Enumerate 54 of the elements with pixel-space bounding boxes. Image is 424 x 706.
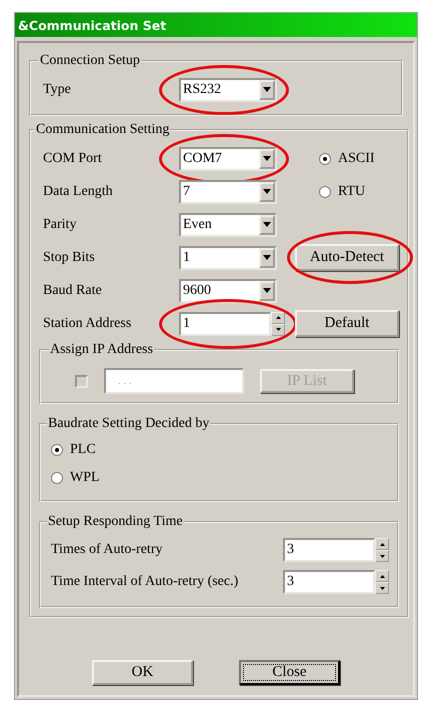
radio-label: ASCII xyxy=(338,150,375,166)
window-title: &Communication Set xyxy=(18,18,166,32)
dialog-button[interactable]: Default xyxy=(295,310,399,337)
dropdown-arrow-icon xyxy=(263,255,271,260)
up-arrow-icon xyxy=(276,316,280,319)
field-label: Time Interval of Auto-retry (sec.) xyxy=(51,574,240,590)
down-arrow-icon xyxy=(276,328,280,331)
down-arrow-icon xyxy=(380,586,384,590)
spin-down-button[interactable] xyxy=(375,582,389,594)
number-field[interactable]: 1 xyxy=(179,312,271,336)
field-label: COM Port xyxy=(43,150,103,166)
spin-down-button[interactable] xyxy=(271,324,285,336)
up-arrow-icon xyxy=(380,574,384,578)
dropdown[interactable]: 7 xyxy=(179,180,277,204)
group-title: Baudrate Setting Decided by xyxy=(47,416,210,432)
group-title: Assign IP Address xyxy=(49,342,154,358)
radio-button[interactable] xyxy=(51,444,63,456)
dialog-button[interactable]: Close xyxy=(239,660,340,685)
dropdown-arrow-icon xyxy=(263,222,271,227)
field-label: Stop Bits xyxy=(43,250,96,266)
group-title: Communication Setting xyxy=(35,122,170,138)
radio-button[interactable] xyxy=(319,186,331,198)
field-label: Data Length xyxy=(43,184,114,200)
field-label: Parity xyxy=(43,216,78,232)
dialog-button[interactable]: Auto-Detect xyxy=(295,244,399,271)
spin-up-button[interactable] xyxy=(375,538,389,550)
field-label: Baud Rate xyxy=(43,282,103,298)
radio-label: WPL xyxy=(70,470,100,486)
dropdown-arrow-icon xyxy=(263,288,271,293)
spin-up-button[interactable] xyxy=(375,570,389,582)
number-field[interactable]: 3 xyxy=(283,570,375,594)
radio-button[interactable] xyxy=(51,472,63,484)
dropdown-arrow-icon xyxy=(263,87,271,92)
radio-button[interactable] xyxy=(319,152,331,164)
field-label: Times of Auto-retry xyxy=(51,542,164,558)
dropdown[interactable]: COM7 xyxy=(179,146,277,170)
spin-down-button[interactable] xyxy=(375,550,389,562)
dropdown[interactable]: 9600 xyxy=(179,278,277,302)
dropdown-arrow-icon xyxy=(263,189,271,194)
group-title: Connection Setup xyxy=(39,53,141,69)
dropdown[interactable]: Even xyxy=(179,212,277,236)
dropdown[interactable]: 1 xyxy=(179,246,277,270)
dialog-button[interactable]: OK xyxy=(92,660,193,685)
radio-label: PLC xyxy=(70,442,96,458)
field-label: Station Address xyxy=(43,316,132,332)
spin-up-button[interactable] xyxy=(271,312,285,324)
up-arrow-icon xyxy=(380,542,384,546)
field-label: Type xyxy=(43,82,72,98)
dropdown-arrow-icon xyxy=(263,156,271,161)
dropdown[interactable]: RS232 xyxy=(179,78,277,102)
down-arrow-icon xyxy=(380,554,384,558)
group-title: Setup Responding Time xyxy=(47,514,184,530)
number-field[interactable]: 3 xyxy=(283,538,375,562)
radio-label: RTU xyxy=(338,184,366,200)
